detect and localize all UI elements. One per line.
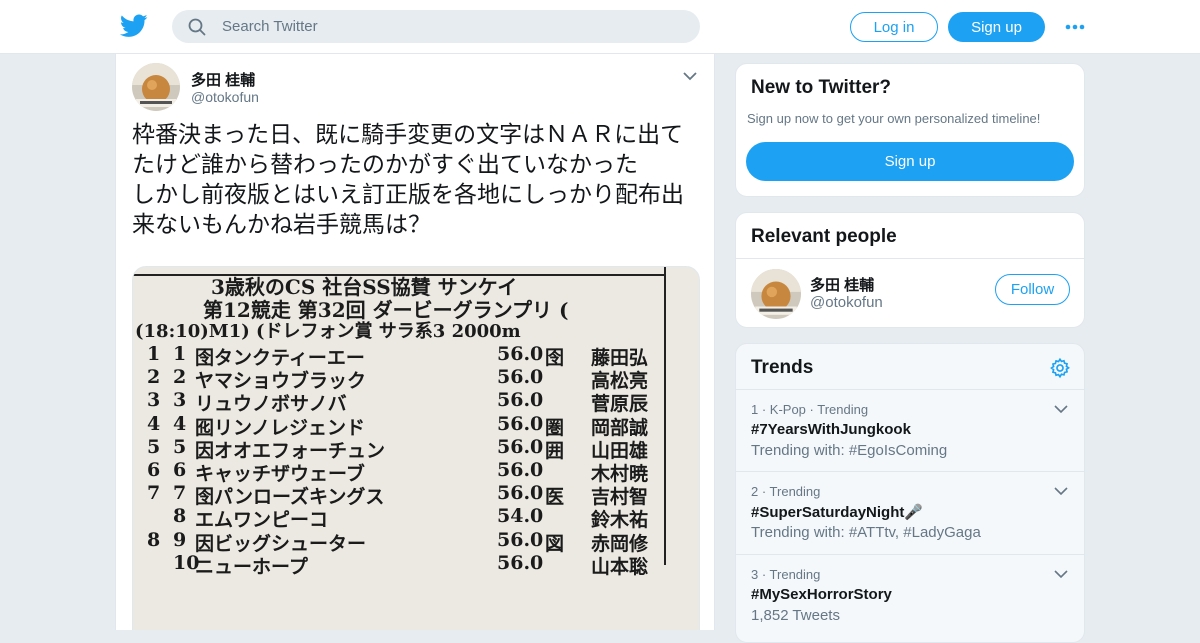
new-to-twitter-card: New to Twitter? Sign up now to get your … xyxy=(735,63,1085,197)
entry-weight: 54.0 xyxy=(497,505,544,528)
entry-waku: 3 xyxy=(147,389,161,412)
entry-weight: 56.0 xyxy=(497,412,544,435)
entry-num: 4 xyxy=(173,412,187,435)
entry-weight: 56.0 xyxy=(497,366,544,389)
entry-weight: 56.0 xyxy=(497,343,544,365)
trend-item[interactable]: 3 · Trending #MySexHorrorStory 1,852 Tweet… xyxy=(736,554,1084,636)
divider xyxy=(736,258,1084,259)
relevant-avatar[interactable] xyxy=(751,269,801,319)
entry-num: 7 xyxy=(173,482,187,505)
tweet-card: 多田 桂輔 @otokofun 枠番決まった日、既に騎手変更の文字はＮＡＲに出て… xyxy=(115,54,715,630)
search-input[interactable] xyxy=(222,10,682,43)
trend-meta: 2 · Trending xyxy=(751,484,821,499)
search-icon xyxy=(188,18,206,36)
race-conditions-line: (18:10)M1) (ドレフォン賞 サラ系3 2000m xyxy=(135,321,521,342)
entry-jockey: 山本聡 xyxy=(591,555,649,578)
entry-waku: 6 xyxy=(147,459,161,481)
tweet-text: 枠番決まった日、既に騎手変更の文字はＮＡＲに出てたけど誰から替わったのかがすぐ出… xyxy=(132,122,684,238)
entry-num: 5 xyxy=(173,435,187,458)
top-navigation-bar: Log in Sign up xyxy=(0,0,1200,54)
trend-name[interactable]: #MySexHorrorStory xyxy=(751,586,892,603)
entry-waku: 1 xyxy=(147,343,161,365)
gear-icon[interactable] xyxy=(1049,357,1071,379)
entry-num: 2 xyxy=(173,366,187,389)
entry-num: 1 xyxy=(173,343,187,365)
new-to-twitter-subtitle: Sign up now to get your own personalized… xyxy=(747,111,1041,126)
entry-weight: 56.0 xyxy=(497,528,544,551)
entry-num: 3 xyxy=(173,389,187,412)
trend-item[interactable]: 2 · Trending #SuperSaturdayNight🎤 Trending… xyxy=(736,471,1084,553)
chevron-down-icon[interactable] xyxy=(1054,569,1068,579)
entry-num: 6 xyxy=(173,459,187,481)
entry-waku: 2 xyxy=(147,366,161,389)
trend-item[interactable]: 1 · K-Pop · Trending #7YearsWithJungkook T… xyxy=(736,389,1084,471)
signup-button[interactable]: Sign up xyxy=(948,12,1045,42)
entry-waku: 8 xyxy=(147,528,161,551)
entry-num: 9 xyxy=(173,528,187,551)
trend-name[interactable]: #7YearsWithJungkook xyxy=(751,421,911,438)
entry-weight: 56.0 xyxy=(497,389,544,412)
entry-waku: 7 xyxy=(147,482,161,505)
entry-horse: ニューホープ xyxy=(195,555,308,578)
chevron-down-icon[interactable] xyxy=(682,70,698,82)
relevant-handle[interactable]: @otokofun xyxy=(810,294,883,311)
relevant-people-title: Relevant people xyxy=(751,226,897,247)
trend-meta: 1 · K-Pop · Trending xyxy=(751,402,869,417)
entry-waku: 5 xyxy=(147,435,161,458)
follow-button[interactable]: Follow xyxy=(995,274,1070,305)
more-dots-icon[interactable] xyxy=(1064,18,1086,36)
entry-weight: 56.0 xyxy=(497,551,544,574)
author-handle[interactable]: @otokofun xyxy=(191,89,259,105)
entry-waku: 4 xyxy=(147,412,161,435)
avatar-image xyxy=(751,269,801,319)
entry-mark: 医 xyxy=(545,486,565,509)
avatar-image xyxy=(132,63,180,111)
trends-card: Trends 1 · K-Pop · Trending #7YearsWithJu… xyxy=(735,343,1085,643)
entry-weight: 56.0 xyxy=(497,435,544,458)
login-button[interactable]: Log in xyxy=(850,12,938,42)
twitter-bird-icon[interactable] xyxy=(120,14,148,38)
new-to-twitter-title: New to Twitter? xyxy=(751,77,892,98)
trend-context: Trending with: #EgoIsComing xyxy=(751,442,948,459)
tweet-media-photo[interactable]: 3歳秋のCS 社台SS協賛 サンケイ 第12競走 第32回 ダービーグランプリ … xyxy=(132,266,700,630)
entry-mark: 囹 xyxy=(545,347,565,369)
trend-context: 1,852 Tweets xyxy=(751,607,840,624)
relevant-name[interactable]: 多田 桂輔 xyxy=(810,274,874,295)
relevant-people-card: Relevant people 多田 桂輔 @otokofun Follow xyxy=(735,212,1085,328)
chevron-down-icon[interactable] xyxy=(1054,404,1068,414)
entry-mark: 図 xyxy=(545,532,565,555)
sidebar-signup-button[interactable]: Sign up xyxy=(746,142,1074,181)
author-avatar[interactable] xyxy=(132,63,180,111)
entry-mark: 囲 xyxy=(545,439,565,462)
trends-title: Trends xyxy=(751,357,814,378)
entry-num: 8 xyxy=(173,505,187,528)
search-box[interactable] xyxy=(172,10,700,43)
chevron-down-icon[interactable] xyxy=(1054,486,1068,496)
author-name[interactable]: 多田 桂輔 xyxy=(191,69,255,90)
entry-weight: 56.0 xyxy=(497,482,544,505)
trend-context: Trending with: #ATTtv, #LadyGaga xyxy=(751,524,981,541)
entry-weight: 56.0 xyxy=(497,459,544,481)
trend-name[interactable]: #SuperSaturdayNight🎤 xyxy=(751,503,923,521)
trend-meta: 3 · Trending xyxy=(751,567,821,582)
